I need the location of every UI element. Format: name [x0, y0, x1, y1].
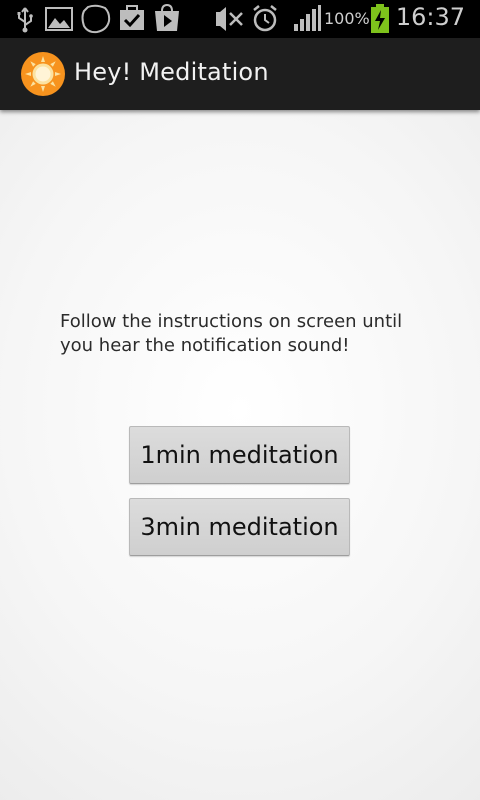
mute-icon	[212, 0, 246, 38]
play-store-icon	[152, 0, 182, 38]
one-minute-meditation-button[interactable]: 1min meditation	[129, 426, 350, 484]
status-clock: 16:37	[395, 3, 465, 31]
app-title: Hey! Meditation	[74, 58, 269, 86]
instruction-text: Follow the instructions on screen until …	[60, 311, 403, 356]
action-bar: Hey! Meditation	[0, 38, 480, 110]
usb-icon	[14, 0, 36, 38]
status-bar: 100% 16:37	[0, 0, 480, 38]
main-content: Follow the instructions on screen until …	[0, 110, 480, 800]
sun-icon[interactable]	[20, 51, 66, 97]
chat-bubble-icon	[80, 0, 112, 38]
alarm-icon	[250, 0, 280, 38]
three-minute-meditation-button[interactable]: 3min meditation	[129, 498, 350, 556]
battery-percent: 100%	[324, 9, 370, 28]
task-check-icon	[118, 0, 146, 38]
battery-charging-icon	[370, 0, 390, 38]
gallery-icon	[44, 0, 74, 38]
signal-icon	[292, 0, 322, 38]
